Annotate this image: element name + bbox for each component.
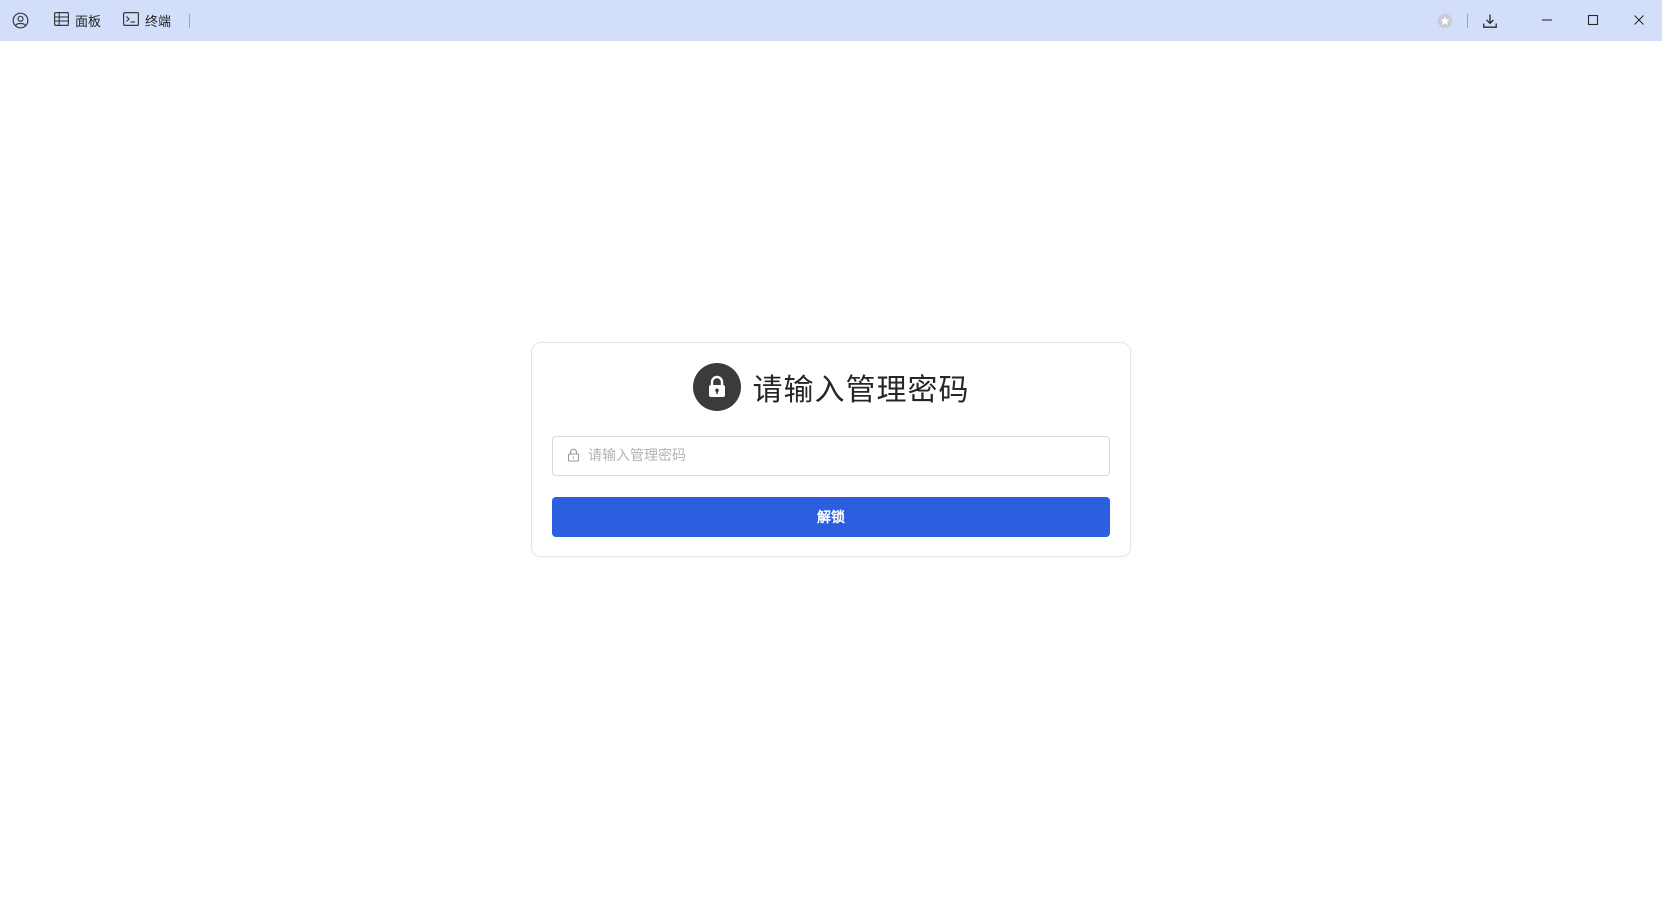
unlock-card-header: 请输入管理密码 — [532, 363, 1130, 411]
star-icon[interactable] — [1435, 11, 1455, 31]
unlock-button[interactable]: 解锁 — [552, 497, 1110, 537]
password-field[interactable] — [552, 436, 1110, 476]
tab-terminal[interactable]: 终端 — [119, 7, 175, 35]
title-bar: 面板 终端 — [0, 0, 1662, 41]
title-bar-left: 面板 终端 — [0, 0, 191, 41]
terminal-icon — [123, 11, 140, 30]
close-icon — [1633, 11, 1645, 30]
tab-panel-label: 面板 — [75, 15, 102, 30]
password-input[interactable] — [588, 437, 1109, 475]
unlock-card: 请输入管理密码 解锁 — [531, 342, 1131, 557]
title-bar-right — [1435, 0, 1662, 41]
title-bar-divider — [189, 13, 191, 28]
minimize-button[interactable] — [1524, 0, 1570, 41]
minimize-icon — [1541, 11, 1553, 30]
lock-outline-icon — [567, 447, 580, 466]
maximize-icon — [1587, 11, 1599, 30]
close-button[interactable] — [1616, 0, 1662, 41]
user-circle-icon[interactable] — [10, 11, 30, 31]
maximize-button[interactable] — [1570, 0, 1616, 41]
lock-icon — [692, 363, 741, 411]
table-icon — [54, 11, 70, 30]
page-title: 请输入管理密码 — [752, 373, 970, 408]
tab-panel[interactable]: 面板 — [50, 7, 105, 35]
download-icon[interactable] — [1480, 11, 1500, 31]
tab-terminal-label: 终端 — [145, 15, 172, 30]
title-bar-right-divider — [1467, 13, 1468, 28]
